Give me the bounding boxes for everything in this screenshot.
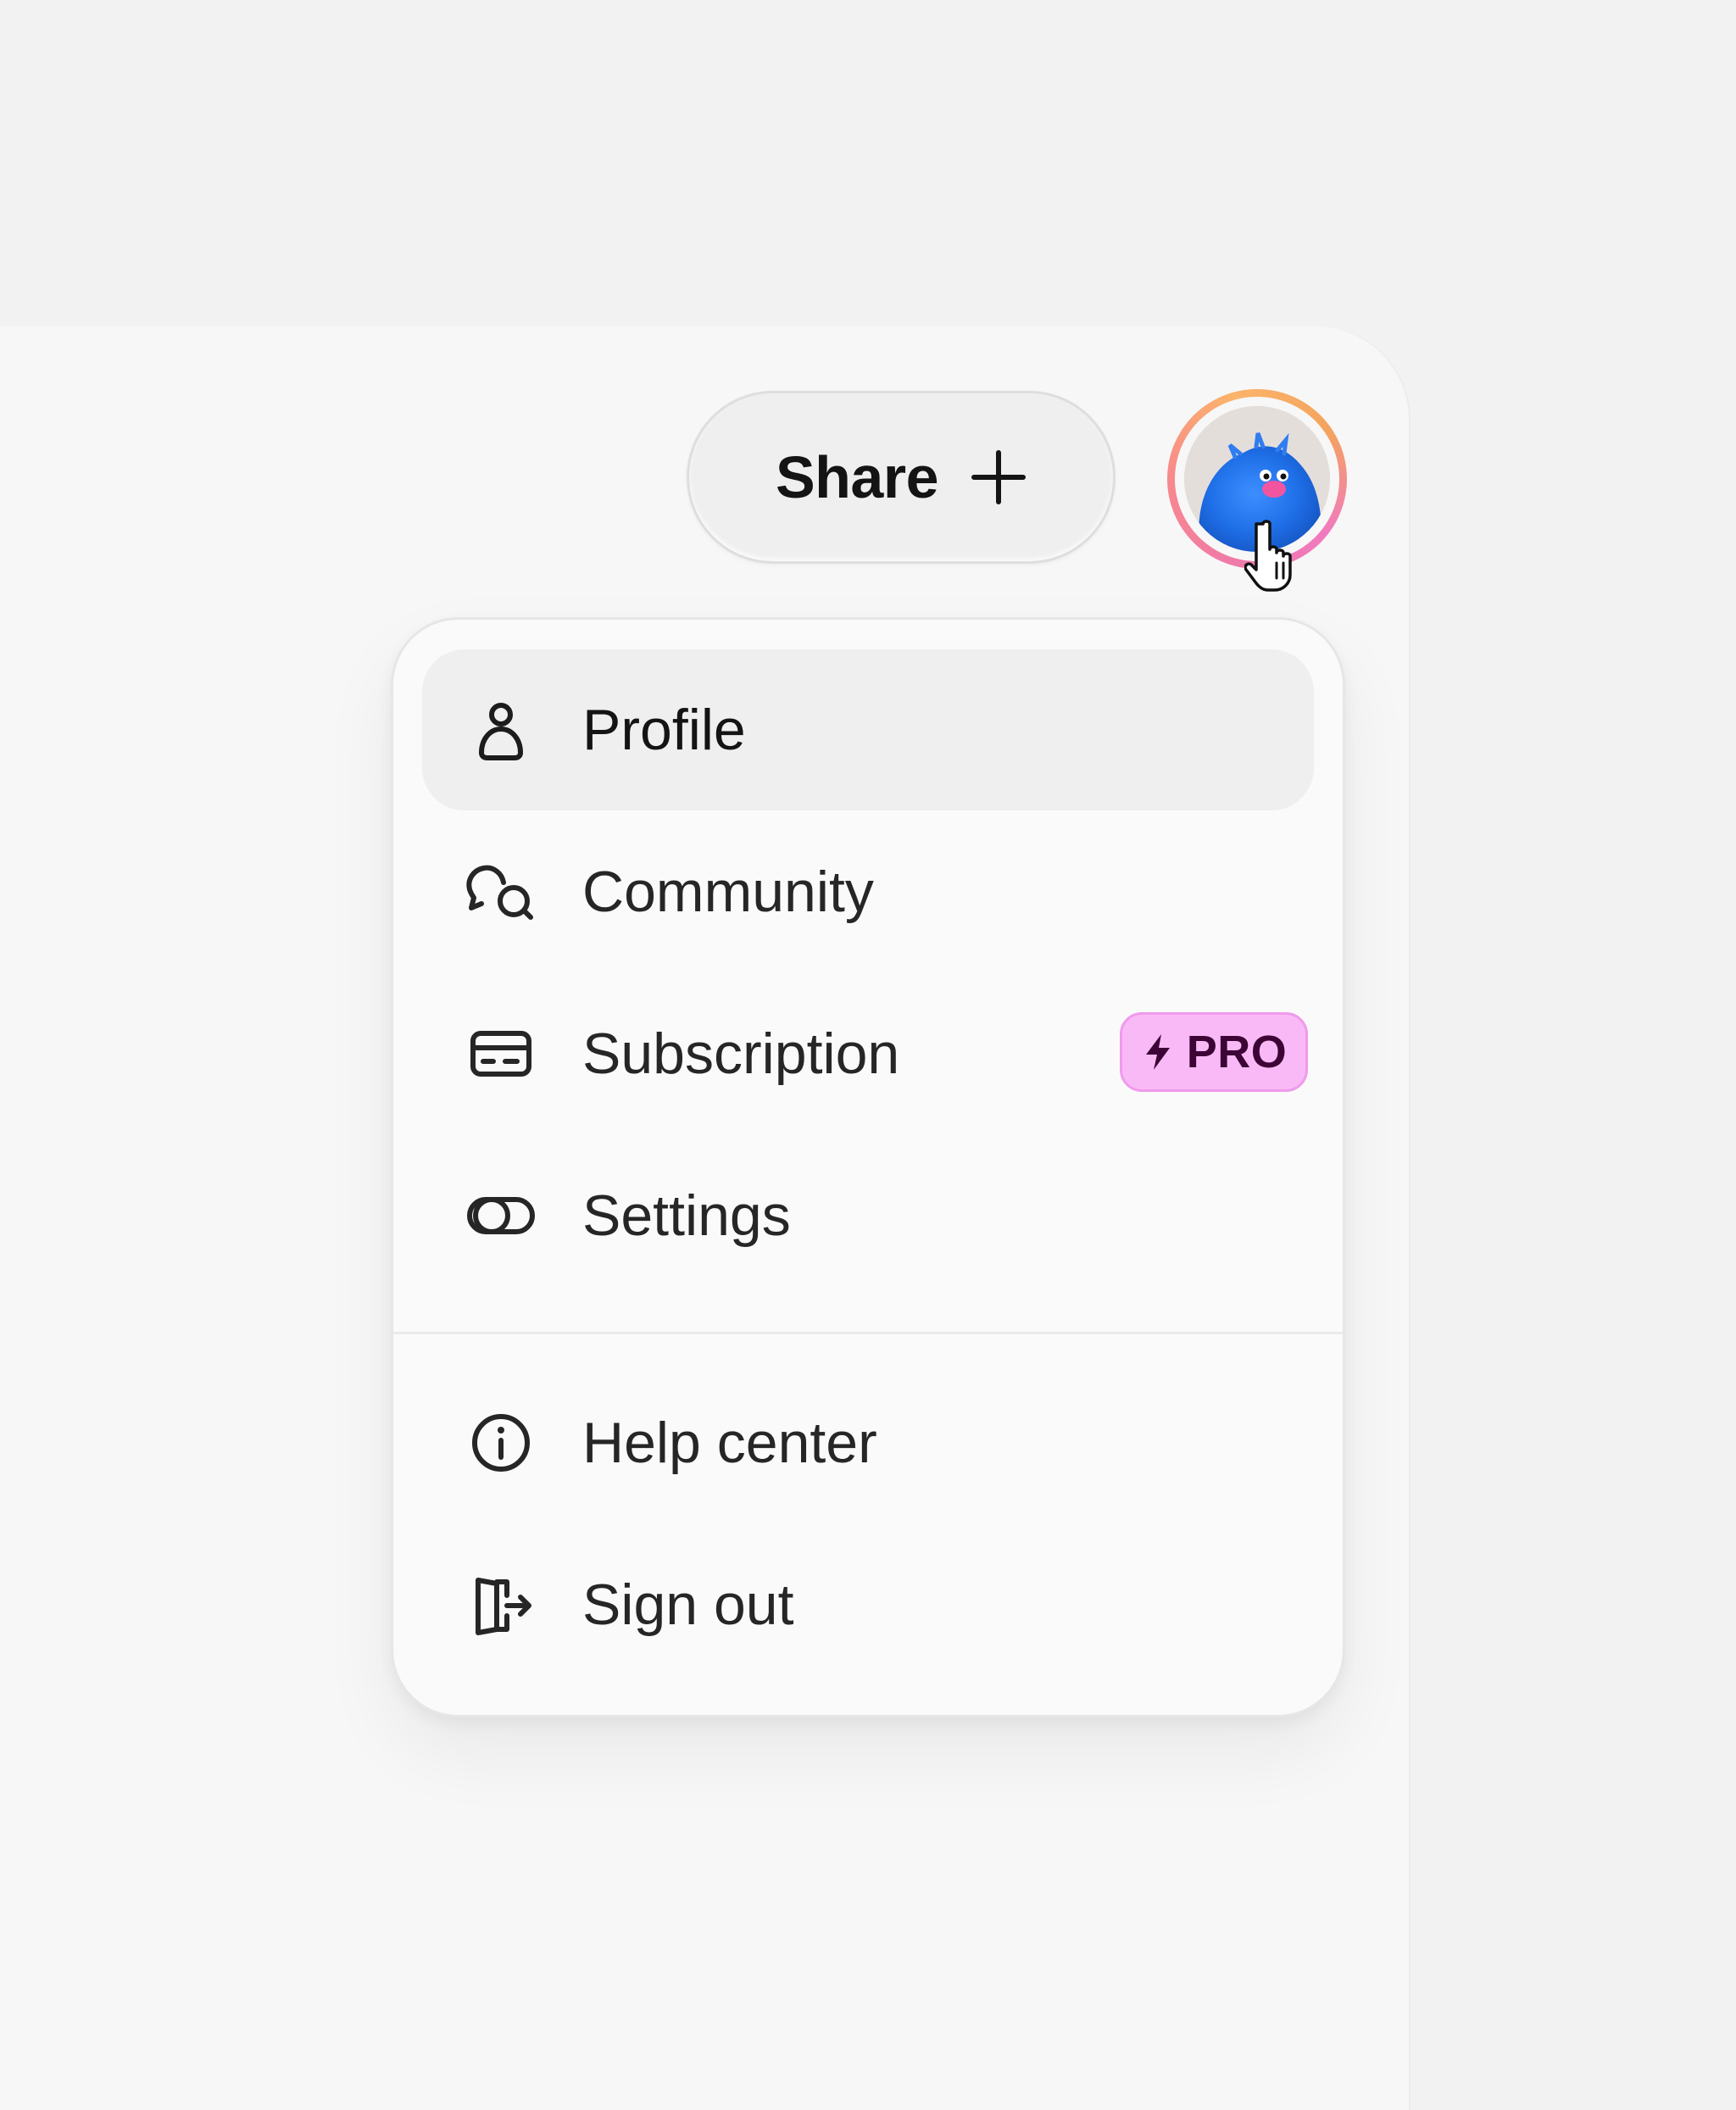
menu-item-label: Help center (582, 1411, 877, 1475)
pro-badge: PRO (1120, 1012, 1308, 1092)
info-icon (472, 1414, 530, 1472)
page: Share Profile Community Subscription PRO… (0, 0, 1736, 2110)
menu-item-label: Settings (582, 1183, 791, 1248)
menu-item-subscription[interactable]: Subscription PRO (422, 973, 1314, 1134)
bolt-icon (1145, 1034, 1170, 1070)
toggle-icon (467, 1197, 535, 1234)
sign-out-icon (476, 1578, 531, 1635)
menu-item-profile[interactable]: Profile (422, 649, 1314, 810)
user-icon (479, 703, 523, 760)
menu-item-sign-out[interactable]: Sign out (422, 1524, 1314, 1685)
menu-item-settings[interactable]: Settings (422, 1135, 1314, 1296)
menu-item-label: Sign out (582, 1573, 794, 1637)
menu-item-label: Community (582, 860, 874, 924)
hand-pointer-icon (1244, 520, 1292, 592)
pro-badge-label: PRO (1186, 1027, 1288, 1077)
menu-item-help-center[interactable]: Help center (422, 1362, 1314, 1523)
menu-divider (393, 1332, 1343, 1334)
chat-bubbles-icon (466, 865, 533, 920)
plus-icon (971, 450, 1027, 504)
share-button-label: Share (775, 444, 939, 510)
profile-dropdown-menu: Profile Community Subscription PRO Setti… (391, 617, 1345, 1718)
menu-item-label: Subscription (582, 1022, 900, 1086)
share-button[interactable]: Share (687, 391, 1116, 564)
menu-item-label: Profile (582, 698, 746, 762)
credit-card-icon (470, 1031, 531, 1077)
menu-item-community[interactable]: Community (422, 811, 1314, 972)
